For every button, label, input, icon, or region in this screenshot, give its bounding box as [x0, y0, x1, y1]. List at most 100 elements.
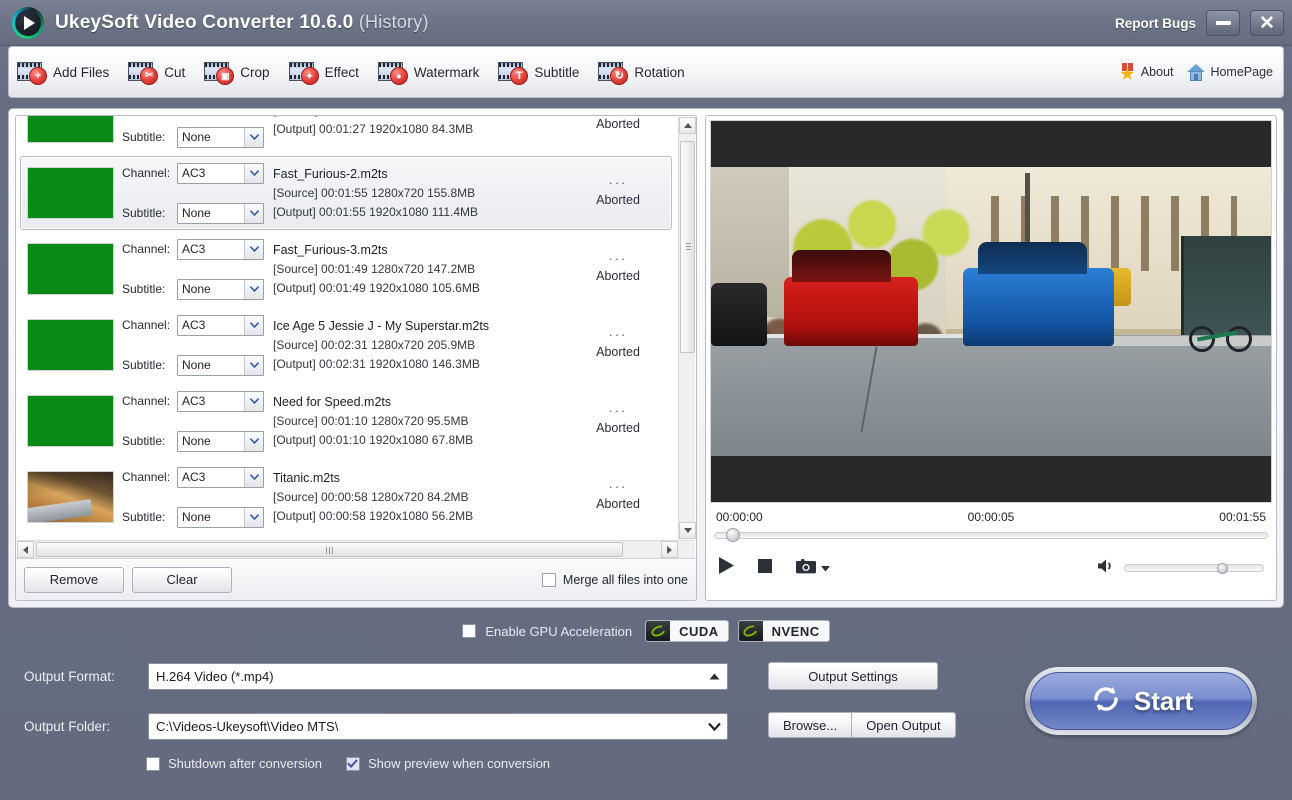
seek-slider[interactable] [714, 528, 1268, 542]
subtitle-dropdown[interactable]: None [177, 354, 264, 376]
gpu-acceleration-checkbox[interactable] [462, 624, 477, 638]
scroll-right-button[interactable] [661, 541, 678, 558]
subtitle-selector-row: Subtitle: None [122, 124, 264, 150]
toolbar-button-subtitle[interactable]: T Subtitle [490, 51, 590, 93]
table-row[interactable]: Channel: AC3 Subtitle: [20, 232, 672, 306]
chevron-up-icon[interactable] [702, 665, 726, 688]
seek-handle[interactable] [726, 528, 740, 542]
table-row[interactable]: Channel: AC3 Subtitle: [20, 156, 672, 230]
snapshot-button[interactable] [795, 557, 830, 580]
volume-slider[interactable] [1124, 563, 1264, 574]
subtitle-dropdown[interactable]: None [177, 278, 264, 300]
letterbox-top [711, 121, 1271, 167]
scroll-down-button[interactable] [679, 522, 696, 539]
letterbox-bottom [711, 456, 1271, 502]
toolbar-button-cut[interactable]: ✂ Cut [120, 51, 196, 93]
row-menu-button[interactable]: ··· [609, 404, 628, 417]
open-output-button[interactable]: Open Output [852, 712, 956, 738]
toolbar-label: Crop [240, 64, 270, 80]
video-preview[interactable] [710, 120, 1272, 503]
channel-dropdown[interactable]: AC3 [177, 162, 264, 184]
vertical-scrollbar[interactable] [678, 117, 696, 539]
row-status: ··· Aborted [571, 404, 665, 435]
output-settings-button[interactable]: Output Settings [768, 662, 938, 690]
status-badge: Aborted [596, 497, 640, 511]
chevron-down-icon [244, 279, 263, 299]
toolbar-label: Effect [324, 64, 359, 80]
subtitle-dropdown[interactable]: None [177, 202, 264, 224]
channel-dropdown[interactable]: AC3 [177, 390, 264, 412]
toolbar-label: Subtitle [534, 64, 580, 80]
close-button[interactable]: ✕ [1250, 10, 1284, 36]
row-info: Need for Speed.m2ts [Source] 00:01:10 12… [273, 395, 571, 447]
show-preview-checkbox[interactable]: Show preview when conversion [345, 756, 550, 771]
volume-handle[interactable] [1217, 563, 1228, 574]
shutdown-after-conversion-checkbox[interactable]: Shutdown after conversion [146, 756, 322, 771]
channel-value: AC3 [182, 318, 206, 332]
merge-files-checkbox[interactable]: Merge all files into one [541, 572, 688, 587]
about-button[interactable]: About [1119, 63, 1173, 81]
file-name: Titanic.m2ts [273, 471, 340, 485]
file-name: Need for Speed.m2ts [273, 395, 392, 409]
chevron-down-icon[interactable] [702, 715, 726, 738]
toolbar-button-add-files[interactable]: + Add Files [9, 51, 120, 93]
report-bugs-link[interactable]: Report Bugs [1115, 16, 1196, 31]
clear-button[interactable]: Clear [132, 566, 232, 593]
table-row[interactable]: Channel: AC3 Subtitle: [20, 308, 672, 382]
status-badge: Aborted [596, 269, 640, 283]
film-plus-icon: + [17, 60, 47, 85]
horizontal-scrollbar[interactable] [17, 540, 695, 558]
channel-dropdown[interactable]: AC3 [177, 466, 264, 488]
cuda-badge[interactable]: CUDA [645, 620, 729, 642]
browse-button[interactable]: Browse... [768, 712, 853, 738]
output-folder-combobox[interactable]: C:\Videos-Ukeysoft\Video MTS\ [148, 713, 728, 740]
chevron-down-icon [821, 559, 830, 577]
channel-dropdown[interactable]: AC3 [177, 314, 264, 336]
remove-button[interactable]: Remove [24, 566, 124, 593]
horizontal-scrollbar-thumb[interactable] [36, 542, 623, 557]
subtitle-selector-row: Subtitle: None [122, 276, 264, 302]
stop-button[interactable] [757, 558, 773, 579]
table-row[interactable]: Channel: AC3 Subtitle: [20, 460, 672, 534]
nvenc-badge[interactable]: NVENC [737, 620, 830, 642]
subtitle-dropdown[interactable]: None [177, 126, 264, 148]
minimize-button[interactable] [1206, 10, 1240, 36]
channel-selector-row: Channel: AC3 [122, 236, 264, 262]
scroll-up-button[interactable] [679, 117, 696, 134]
file-list-scroll-area[interactable]: Channel: AC3 Subtitle: [16, 116, 696, 540]
nvidia-eye-icon [646, 621, 671, 641]
toolbar-button-crop[interactable]: ▣ Crop [196, 51, 280, 93]
output-format-combobox[interactable]: H.264 Video (*.mp4) [148, 663, 728, 690]
subtitle-label: Subtitle: [122, 434, 166, 448]
scroll-left-button[interactable] [17, 541, 34, 558]
toolbar-button-watermark[interactable]: ● Watermark [370, 51, 491, 93]
start-button[interactable]: Start [1025, 667, 1257, 735]
camera-icon [795, 557, 817, 580]
nvenc-label: NVENC [771, 623, 820, 639]
table-row[interactable]: Channel: AC3 Subtitle: [20, 116, 672, 154]
row-menu-button[interactable]: ··· [609, 252, 628, 265]
vertical-scrollbar-thumb[interactable] [680, 141, 695, 353]
subtitle-dropdown[interactable]: None [177, 430, 264, 452]
video-thumbnail [27, 116, 114, 143]
row-status: ··· Aborted [571, 328, 665, 359]
minimize-icon [1215, 21, 1231, 25]
toolbar-label: Watermark [413, 64, 480, 80]
toolbar-button-rotation[interactable]: ↻ Rotation [590, 51, 695, 93]
row-menu-button[interactable]: ··· [609, 176, 628, 189]
row-menu-button[interactable]: ··· [609, 480, 628, 493]
play-button[interactable] [718, 556, 735, 580]
volume-control[interactable] [1097, 558, 1264, 579]
table-row[interactable]: Channel: AC3 Subtitle: [20, 384, 672, 458]
channel-dropdown[interactable]: AC3 [177, 238, 264, 260]
subtitle-label: Subtitle: [122, 206, 166, 220]
row-menu-button[interactable]: ··· [609, 328, 628, 341]
film-text-icon: T [498, 60, 529, 85]
toolbar-label: Cut [164, 64, 186, 80]
toolbar-button-effect[interactable]: ✦ Effect [281, 51, 370, 93]
scrollbar-grip-icon [325, 547, 335, 554]
homepage-button[interactable]: HomePage [1187, 63, 1273, 81]
subtitle-dropdown[interactable]: None [177, 506, 264, 528]
toolbar-label: Add Files [53, 64, 110, 80]
subtitle-value: None [182, 510, 211, 524]
